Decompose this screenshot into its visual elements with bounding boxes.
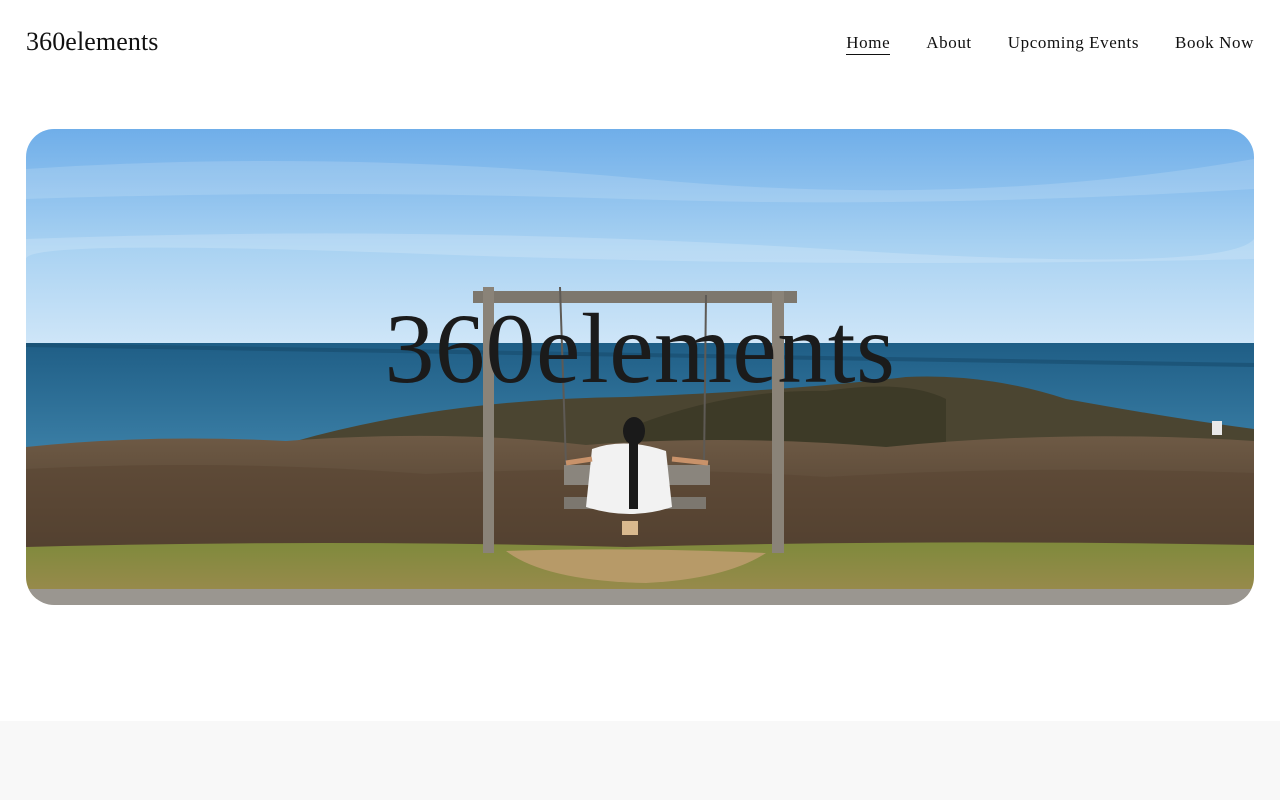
nav-link-upcoming-events[interactable]: Upcoming Events [1008, 33, 1139, 55]
main-nav: Home About Upcoming Events Book Now [846, 33, 1254, 55]
site-header: 360elements Home About Upcoming Events B… [0, 0, 1280, 86]
hero-banner: 360elements [26, 129, 1254, 605]
nav-link-about[interactable]: About [926, 33, 972, 55]
nav-link-home[interactable]: Home [846, 33, 891, 55]
hero-title: 360elements [384, 293, 896, 404]
footer-band [0, 721, 1280, 800]
site-logo[interactable]: 360elements [26, 27, 159, 57]
nav-link-book-now[interactable]: Book Now [1175, 33, 1254, 55]
